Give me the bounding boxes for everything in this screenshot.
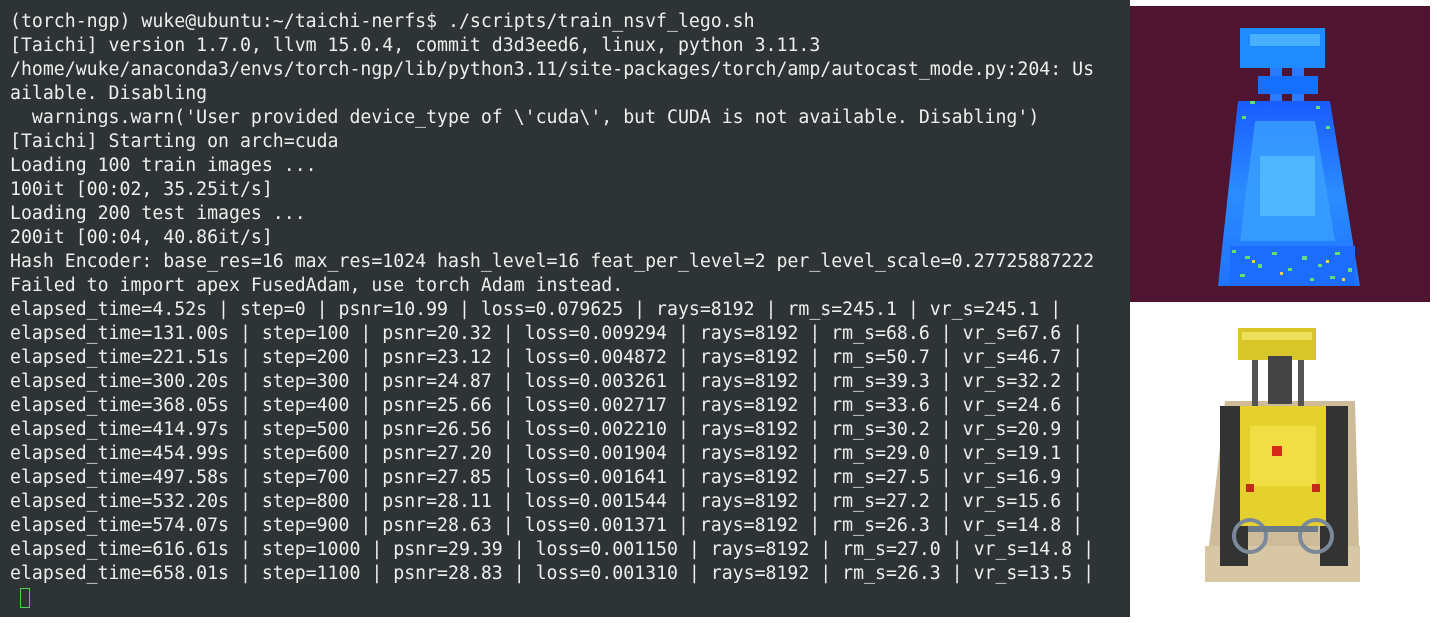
terminal-line: elapsed_time=300.20s | step=300 | psnr=2… bbox=[10, 371, 1084, 392]
terminal-line: elapsed_time=4.52s | step=0 | psnr=10.99… bbox=[10, 299, 1062, 320]
depth-render-panel bbox=[1130, 6, 1430, 302]
terminal-window[interactable]: (torch-ngp) wuke@ubuntu:~/taichi-nerfs$ … bbox=[0, 0, 1130, 617]
terminal-line: [Taichi] Starting on arch=cuda bbox=[10, 131, 339, 152]
terminal-line: [Taichi] version 1.7.0, llvm 15.0.4, com… bbox=[10, 35, 821, 56]
terminal-line: /home/wuke/anaconda3/envs/torch-ngp/lib/… bbox=[10, 59, 1095, 80]
terminal-line: (torch-ngp) wuke@ubuntu:~/taichi-nerfs$ … bbox=[10, 11, 755, 32]
terminal-line: elapsed_time=658.01s | step=1100 | psnr=… bbox=[10, 563, 1095, 584]
terminal-line: elapsed_time=221.51s | step=200 | psnr=2… bbox=[10, 347, 1084, 368]
lego-bulldozer-render-icon bbox=[1205, 328, 1360, 582]
terminal-line: elapsed_time=616.61s | step=1000 | psnr=… bbox=[10, 539, 1095, 560]
terminal-line: elapsed_time=574.07s | step=900 | psnr=2… bbox=[10, 515, 1084, 536]
terminal-prompt-line[interactable] bbox=[0, 586, 1130, 610]
rgb-render-panel bbox=[1130, 306, 1437, 623]
terminal-line: elapsed_time=131.00s | step=100 | psnr=2… bbox=[10, 323, 1084, 344]
terminal-line: ailable. Disabling bbox=[10, 83, 208, 104]
terminal-line: Failed to import apex FusedAdam, use tor… bbox=[10, 275, 624, 296]
terminal-line: warnings.warn('User provided device_type… bbox=[10, 107, 1040, 128]
terminal-line: Hash Encoder: base_res=16 max_res=1024 h… bbox=[10, 251, 1095, 272]
terminal-line: Loading 100 train images ... bbox=[10, 155, 317, 176]
terminal-line: elapsed_time=532.20s | step=800 | psnr=2… bbox=[10, 491, 1084, 512]
terminal-line: 200it [00:04, 40.86it/s] bbox=[10, 227, 273, 248]
terminal-line: 100it [00:02, 35.25it/s] bbox=[10, 179, 273, 200]
terminal-line: elapsed_time=414.97s | step=500 | psnr=2… bbox=[10, 419, 1084, 440]
lego-depth-render-icon bbox=[1218, 28, 1360, 286]
cursor-block bbox=[20, 588, 30, 608]
terminal-line: elapsed_time=454.99s | step=600 | psnr=2… bbox=[10, 443, 1084, 464]
terminal-line: elapsed_time=368.05s | step=400 | psnr=2… bbox=[10, 395, 1084, 416]
terminal-line: Loading 200 test images ... bbox=[10, 203, 306, 224]
terminal-line: elapsed_time=497.58s | step=700 | psnr=2… bbox=[10, 467, 1084, 488]
